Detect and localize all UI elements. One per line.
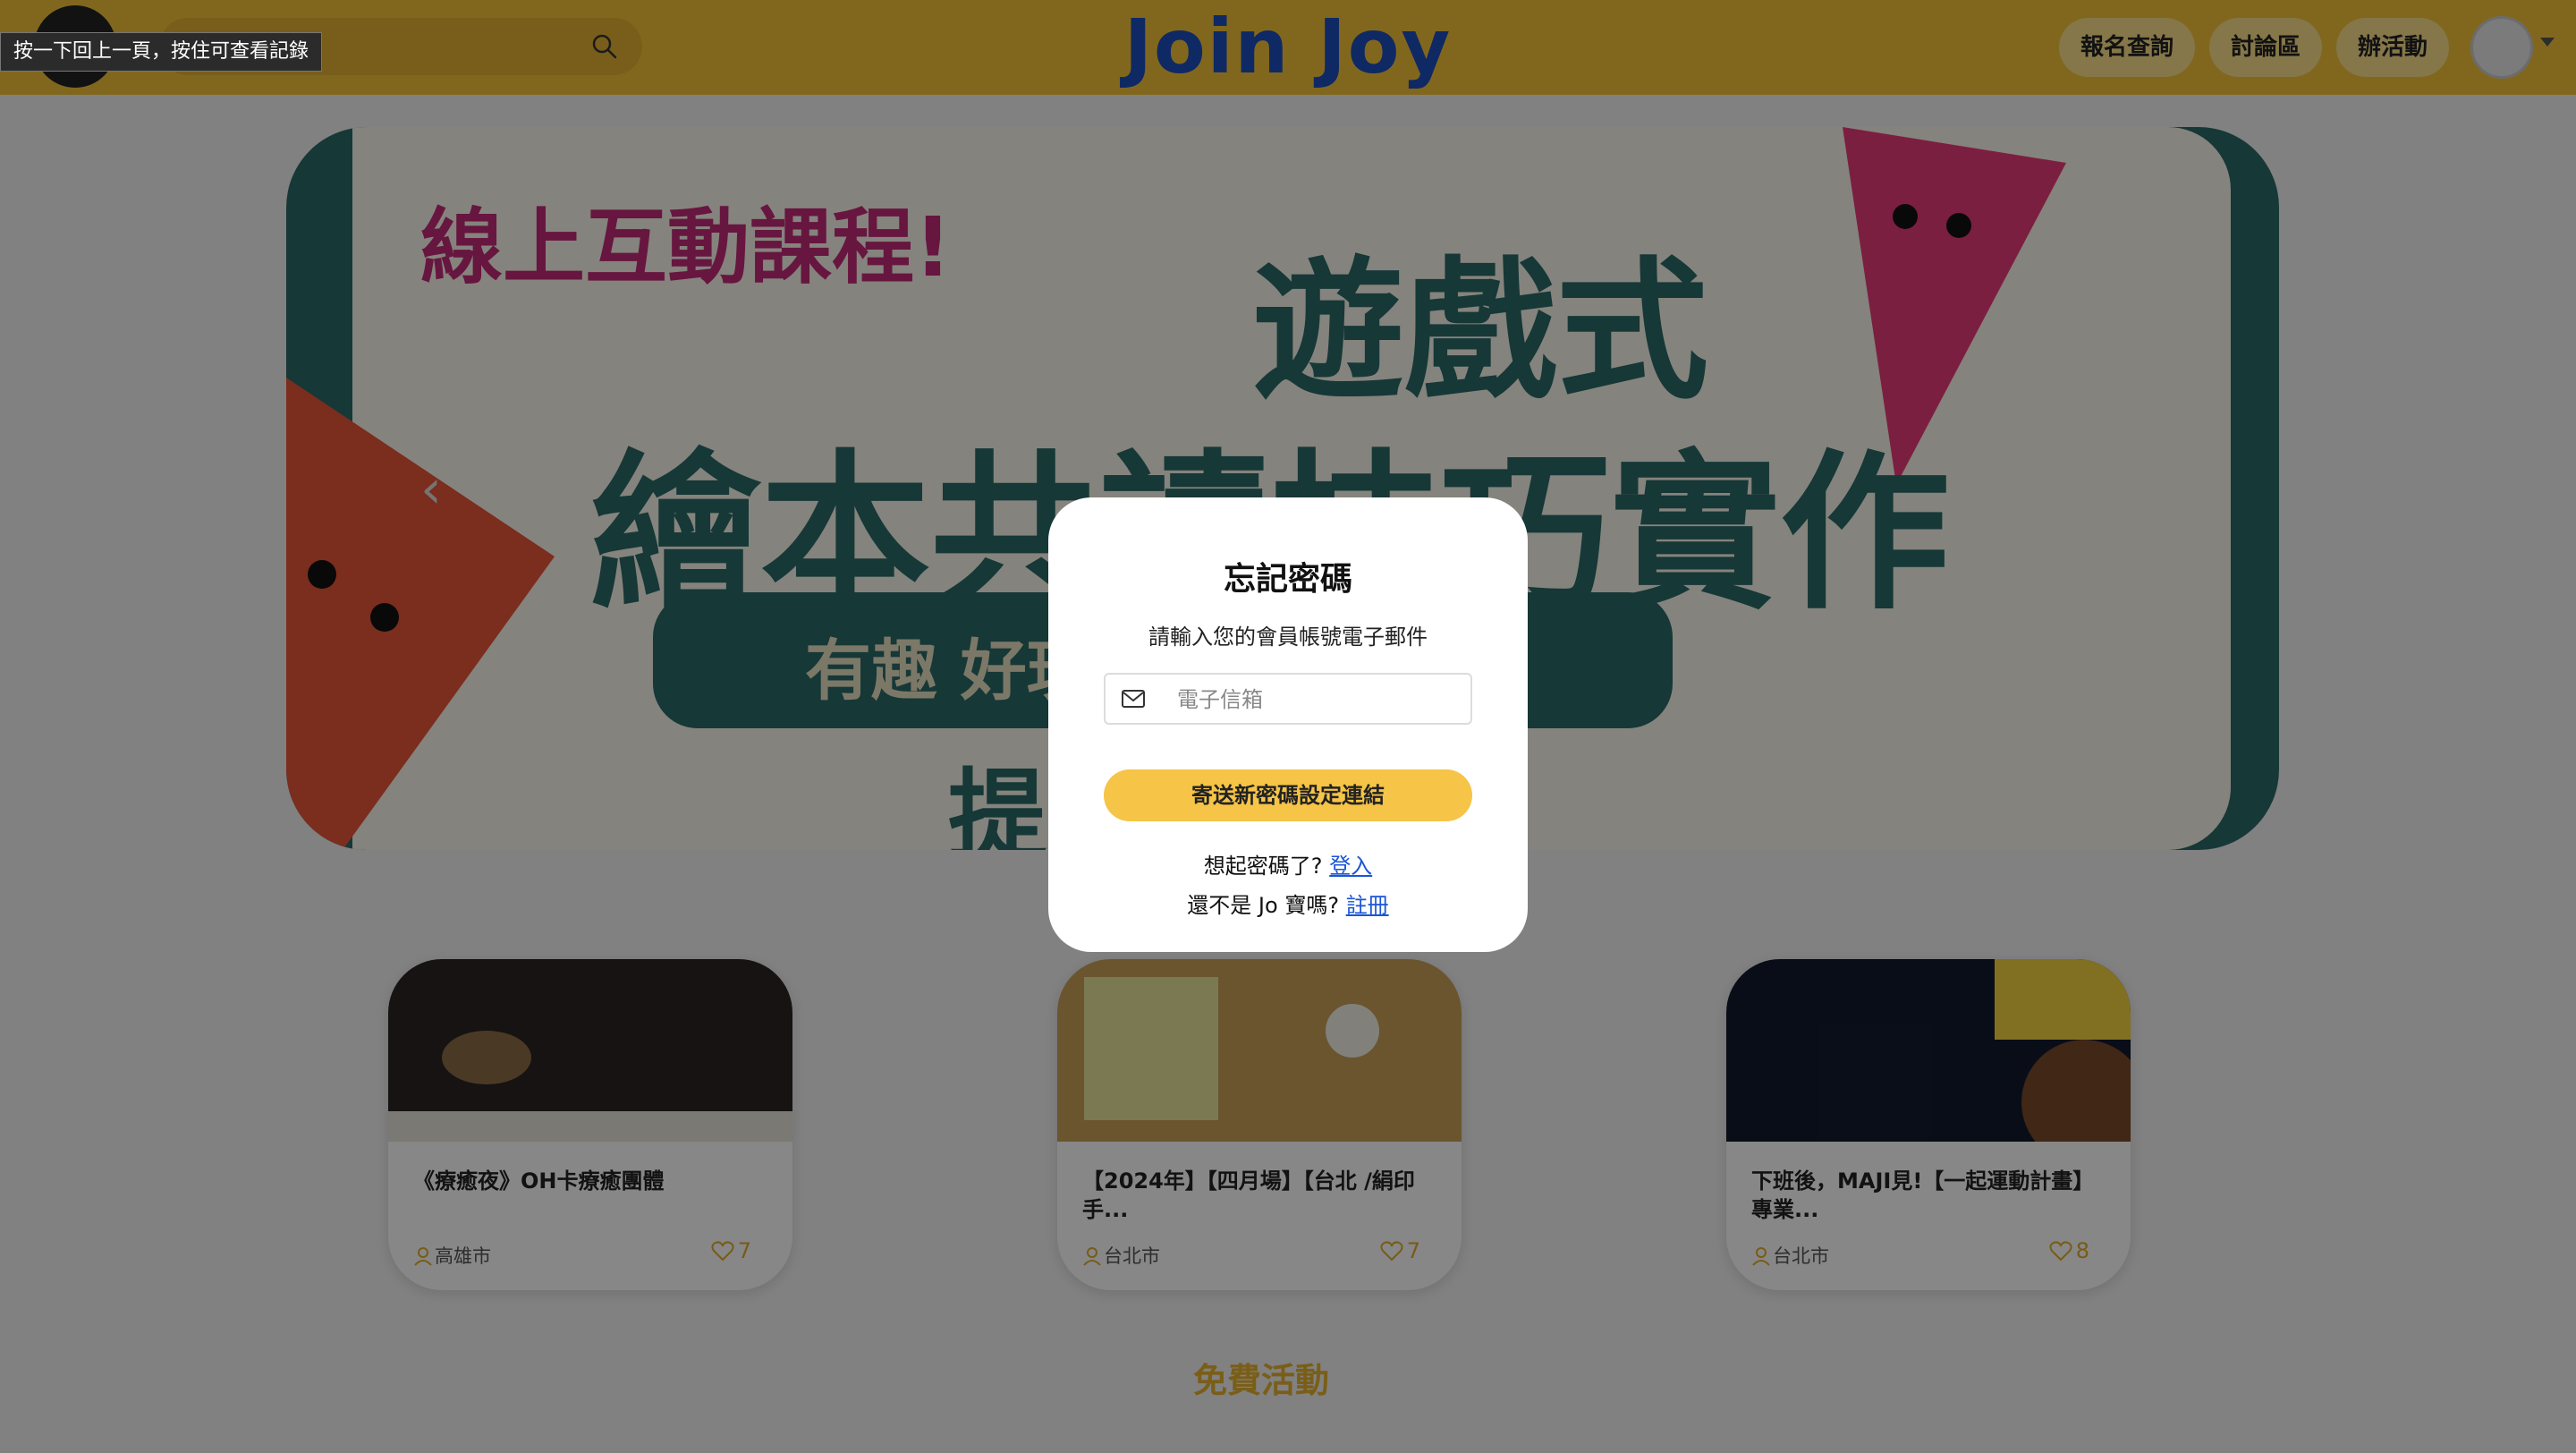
- register-link[interactable]: 註冊: [1346, 893, 1389, 918]
- modal-title: 忘記密碼: [1223, 561, 1352, 598]
- forgot-password-modal: 忘記密碼 請輸入您的會員帳號電子郵件 寄送新密碼設定連結 想起密碼了? 登入 還…: [1048, 497, 1528, 952]
- email-input[interactable]: [1175, 682, 1456, 718]
- register-row: 還不是 Jo 寶嗎? 註冊: [1048, 888, 1528, 919]
- mail-icon: [1122, 690, 1145, 708]
- back-tooltip: 按一下回上一頁，按住可查看記錄: [0, 32, 323, 72]
- login-link[interactable]: 登入: [1329, 854, 1372, 879]
- not-member-text: 還不是 Jo 寶嗎?: [1187, 893, 1346, 918]
- email-field[interactable]: [1104, 673, 1472, 725]
- modal-subtitle: 請輸入您的會員帳號電子郵件: [1148, 625, 1428, 650]
- remember-text: 想起密碼了?: [1203, 854, 1330, 879]
- remember-password-row: 想起密碼了? 登入: [1048, 848, 1528, 879]
- send-reset-link-button[interactable]: 寄送新密碼設定連結: [1104, 769, 1472, 821]
